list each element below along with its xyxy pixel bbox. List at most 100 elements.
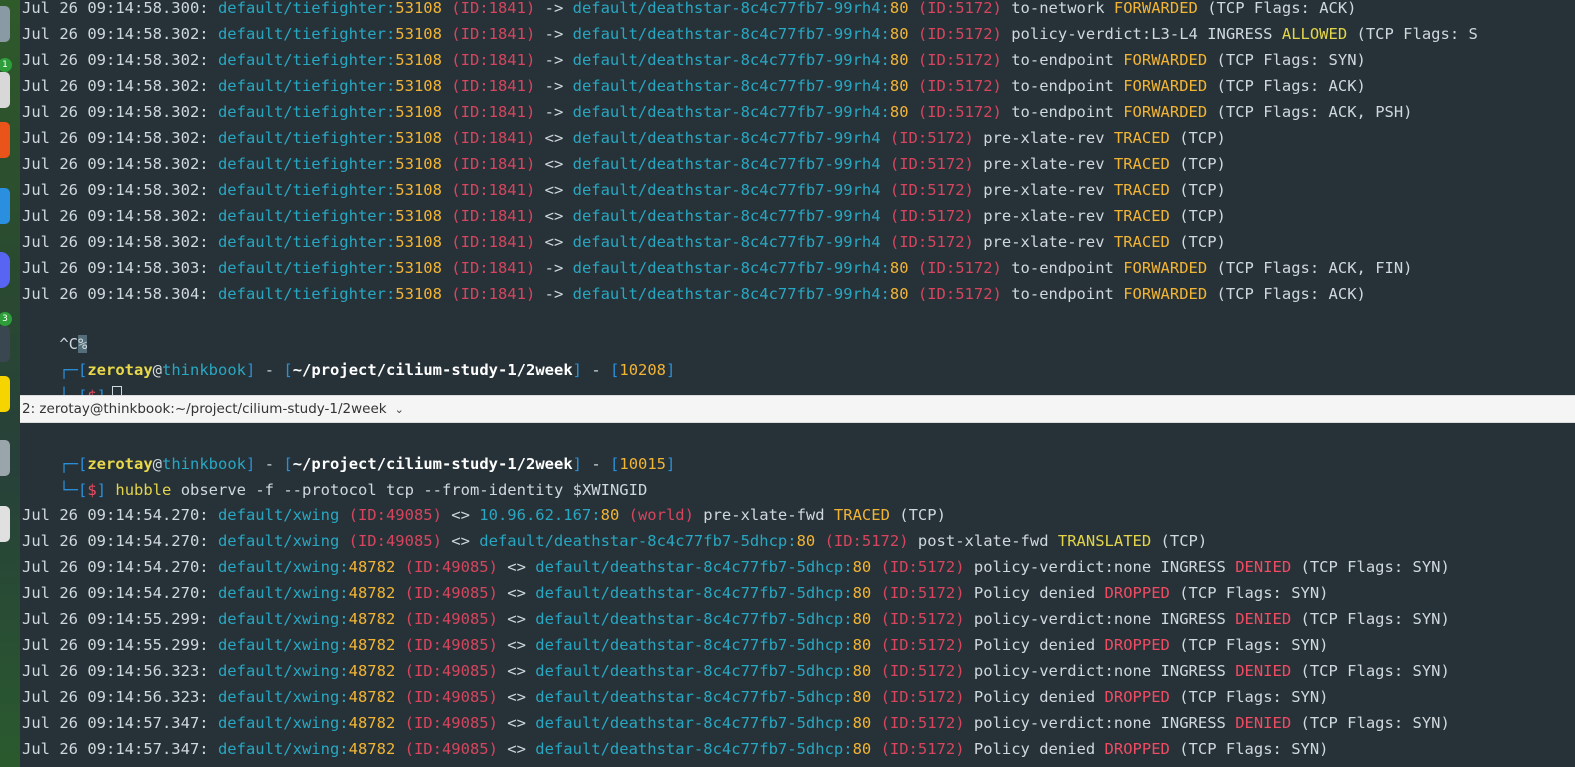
- log-segment-id: (ID:5172): [908, 77, 1002, 95]
- terminal-pane-top[interactable]: Jul 26 09:14:58.300: default/tiefighter:…: [20, 0, 1575, 395]
- log-segment-id: (ID:49085): [339, 506, 442, 524]
- dock-app-icon[interactable]: [0, 122, 10, 158]
- log-segment-plain: pre-xlate-rev: [973, 155, 1114, 173]
- log-segment-id: (ID:5172): [871, 740, 965, 758]
- app-dock: 1 3: [0, 0, 20, 767]
- log-segment-id: (ID:1841): [441, 155, 536, 173]
- log-segment-fwd: FORWARDED: [1123, 285, 1208, 303]
- log-segment-plain: Jul 26 09:14:56.323:: [22, 662, 218, 680]
- log-segment-plain: <>: [441, 532, 480, 550]
- dock-app-icon[interactable]: [0, 188, 10, 224]
- log-segment-cyan: default/xwing:: [217, 662, 349, 680]
- log-segment-num: 80: [852, 688, 872, 706]
- log-segment-id: (ID:49085): [395, 558, 498, 576]
- log-segment-cyan: default/deathstar-8c4c77fb7-5dhcp:: [535, 688, 853, 706]
- log-segment-denied: DENIED: [1235, 714, 1292, 732]
- log-segment-plain: policy-verdict:none INGRESS: [964, 714, 1236, 732]
- log-segment-num: 80: [852, 610, 872, 628]
- log-line: Jul 26 09:14:54.270: default/xwing:48782…: [22, 554, 1450, 580]
- log-segment-id: (ID:49085): [395, 714, 498, 732]
- log-segment-num: 53108: [395, 129, 442, 147]
- text-cursor: [112, 385, 123, 395]
- dock-app-icon[interactable]: [0, 326, 10, 362]
- log-segment-plain: ->: [535, 51, 573, 69]
- log-segment-id: (ID:49085): [395, 636, 498, 654]
- log-segment-plain: Jul 26 09:14:54.270:: [22, 506, 218, 524]
- dock-app-icon[interactable]: [0, 72, 10, 108]
- log-segment-cyan: default/deathstar-8c4c77fb7-99rh4:: [572, 25, 890, 43]
- log-segment-id: (ID:1841): [441, 181, 536, 199]
- log-segment-fwd: FORWARDED: [1123, 77, 1208, 95]
- tab-terminal-2[interactable]: 2: zerotay@thinkbook:~/project/cilium-st…: [22, 396, 404, 422]
- log-segment-cyan: default/xwing:: [217, 714, 349, 732]
- log-segment-plain: (TCP): [1169, 181, 1226, 199]
- log-segment-fwd: TRACED: [1113, 181, 1170, 199]
- log-segment-fwd: FORWARDED: [1113, 0, 1198, 17]
- log-segment-num: 80: [600, 506, 620, 524]
- log-segment-id: (ID:1841): [441, 103, 536, 121]
- log-segment-plain: <>: [497, 740, 536, 758]
- log-segment-num: 53108: [395, 0, 442, 17]
- log-segment-plain: ->: [535, 285, 573, 303]
- log-segment-num: 48782: [348, 740, 396, 758]
- log-segment-fwd: FORWARDED: [1123, 103, 1208, 121]
- prompt-at: @: [152, 361, 163, 379]
- log-segment-cyan: default/xwing:: [217, 558, 349, 576]
- dock-app-icon[interactable]: [0, 506, 10, 542]
- log-segment-id: (ID:1841): [441, 77, 536, 95]
- log-segment-denied: DROPPED: [1104, 636, 1170, 654]
- log-segment-cyan: default/deathstar-8c4c77fb7-99rh4:: [572, 285, 890, 303]
- log-segment-id: (ID:5172): [908, 25, 1002, 43]
- log-segment-num: 80: [889, 0, 909, 17]
- log-segment-plain: <>: [497, 558, 536, 576]
- log-segment-plain: <>: [535, 155, 573, 173]
- prompt-line-2[interactable]: └─[$]: [22, 357, 123, 395]
- log-line: Jul 26 09:14:58.302: default/tiefighter:…: [22, 203, 1226, 229]
- log-segment-id: (ID:1841): [441, 51, 536, 69]
- log-segment-num: 53108: [395, 25, 442, 43]
- log-segment-plain: (TCP Flags: SYN): [1169, 584, 1329, 602]
- log-segment-id: (ID:1841): [441, 207, 536, 225]
- prompt-line-2[interactable]: └─[$] hubble observe -f --protocol tcp -…: [22, 451, 647, 499]
- log-segment-cyan: default/deathstar-8c4c77fb7-5dhcp:: [479, 532, 797, 550]
- log-segment-plain: policy-verdict:none INGRESS: [964, 558, 1236, 576]
- log-segment-plain: <>: [497, 714, 536, 732]
- log-segment-cyan: default/deathstar-8c4c77fb7-99rh4: [572, 155, 881, 173]
- prompt-corner: └─: [59, 481, 78, 499]
- log-segment-plain: Jul 26 09:14:54.270:: [22, 532, 218, 550]
- log-segment-plain: ->: [535, 77, 573, 95]
- dock-app-icon[interactable]: [0, 376, 10, 412]
- log-segment-cyan: default/tiefighter:: [217, 51, 396, 69]
- log-segment-id: (ID:49085): [395, 584, 498, 602]
- log-segment-plain: (TCP): [1169, 207, 1226, 225]
- log-segment-allowed: TRANSLATED: [1057, 532, 1152, 550]
- log-segment-cyan: default/xwing: [217, 506, 340, 524]
- log-segment-plain: policy-verdict:L3-L4 INGRESS: [1001, 25, 1282, 43]
- log-line: Jul 26 09:14:55.299: default/xwing:48782…: [22, 632, 1329, 658]
- log-segment-num: 48782: [348, 636, 396, 654]
- log-segment-denied: DROPPED: [1104, 740, 1170, 758]
- log-segment-plain: <>: [535, 233, 573, 251]
- log-segment-num: 80: [852, 636, 872, 654]
- log-segment-plain: Policy denied: [964, 636, 1105, 654]
- prompt-separator: -: [582, 361, 611, 379]
- dock-app-icon[interactable]: [0, 440, 10, 476]
- log-segment-plain: Jul 26 09:14:58.302:: [22, 51, 218, 69]
- log-line: Jul 26 09:14:58.302: default/tiefighter:…: [22, 47, 1366, 73]
- log-segment-id: (ID:5172): [880, 155, 974, 173]
- prompt-host: thinkbook: [162, 361, 247, 379]
- log-segment-plain: <>: [497, 636, 536, 654]
- chevron-down-icon[interactable]: ⌄: [395, 397, 404, 423]
- log-segment-num: 80: [889, 51, 909, 69]
- log-segment-plain: Jul 26 09:14:58.302:: [22, 25, 218, 43]
- log-segment-id: (ID:49085): [395, 610, 498, 628]
- log-segment-cyan: default/xwing:: [217, 740, 349, 758]
- log-segment-cyan: default/tiefighter:: [217, 181, 396, 199]
- dock-app-icon[interactable]: [0, 252, 10, 288]
- terminal-pane-bottom[interactable]: ┌─[zerotay@thinkbook] - [~/project/ciliu…: [20, 423, 1575, 767]
- log-segment-cyan: default/tiefighter:: [217, 0, 396, 17]
- dock-app-icon[interactable]: [0, 6, 10, 42]
- log-segment-id: (ID:5172): [871, 688, 965, 706]
- log-segment-num: 53108: [395, 285, 442, 303]
- log-segment-plain: (TCP): [889, 506, 946, 524]
